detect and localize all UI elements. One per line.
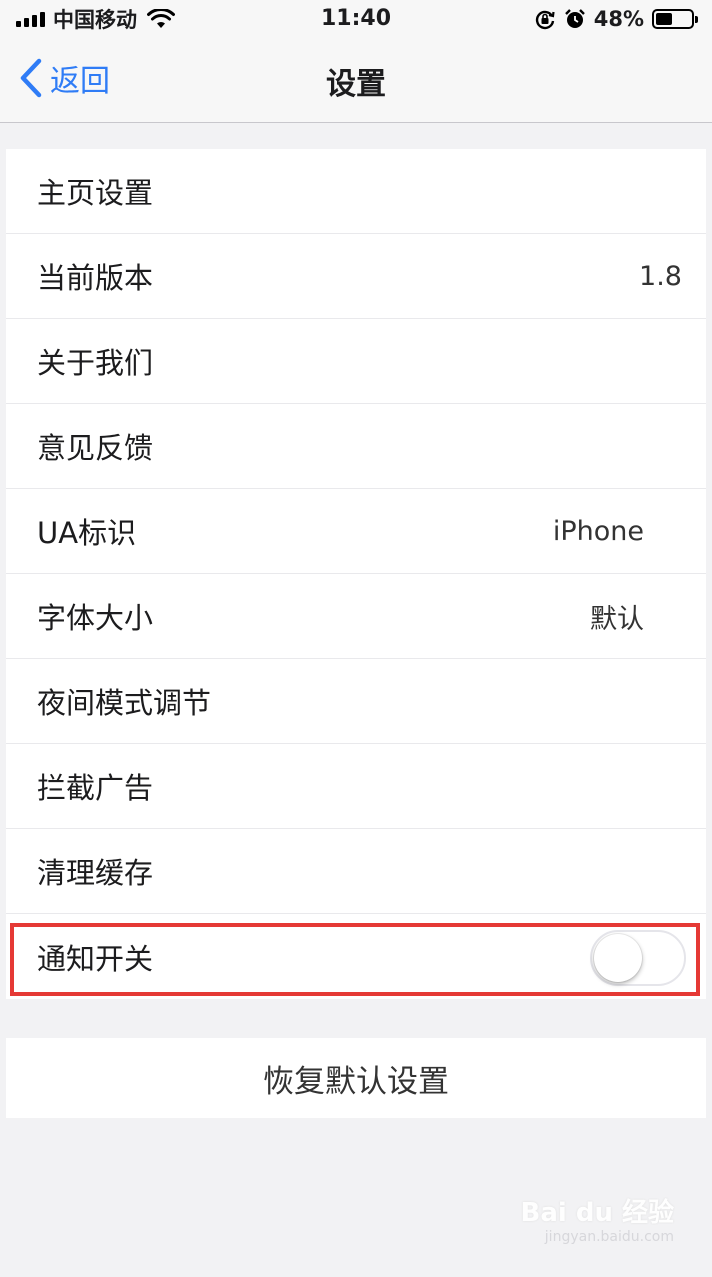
settings-list: 主页设置 当前版本 1.8 关于我们 意见反馈 UA标识 iPhone 字体大小… — [6, 149, 706, 999]
ua-value: iPhone — [552, 515, 644, 547]
watermark-sub: jingyan.baidu.com — [544, 1229, 674, 1245]
orientation-lock-icon — [535, 10, 555, 30]
version-value: 1.8 — [639, 260, 682, 292]
settings-row-clear-cache[interactable]: 清理缓存 — [6, 829, 706, 914]
font-size-value: 默认 — [590, 603, 644, 635]
row-label: 意见反馈 — [37, 431, 154, 465]
toggle-knob — [594, 934, 642, 982]
notification-toggle[interactable] — [590, 930, 686, 986]
row-label: 字体大小 — [37, 601, 154, 635]
settings-row-font-size[interactable]: 字体大小 默认 — [6, 574, 706, 659]
status-bar: 中国移动 11:40 48% — [0, 0, 712, 40]
settings-row-version[interactable]: 当前版本 1.8 — [6, 234, 706, 319]
settings-row-homepage[interactable]: 主页设置 — [6, 149, 706, 234]
row-label: 夜间模式调节 — [37, 686, 212, 720]
settings-row-block-ads[interactable]: 拦截广告 — [6, 744, 706, 829]
battery-icon — [652, 9, 698, 29]
alarm-icon — [564, 9, 585, 28]
navigation-bar: 返回 设置 — [0, 40, 712, 123]
page-title: 设置 — [326, 67, 386, 102]
settings-row-ua[interactable]: UA标识 iPhone — [6, 489, 706, 574]
watermark-main: Bai du 经验 — [520, 1198, 675, 1228]
settings-row-night-mode[interactable]: 夜间模式调节 — [6, 659, 706, 744]
settings-row-about[interactable]: 关于我们 — [6, 319, 706, 404]
row-label: 通知开关 — [37, 941, 154, 976]
battery-percent: 48% — [593, 7, 644, 31]
row-label: 主页设置 — [37, 176, 154, 210]
status-right: 48% — [534, 6, 698, 32]
row-label: 关于我们 — [37, 346, 154, 380]
settings-row-feedback[interactable]: 意见反馈 — [6, 404, 706, 489]
row-label: 清理缓存 — [37, 856, 154, 890]
row-label: 当前版本 — [37, 261, 154, 295]
row-label: 拦截广告 — [37, 771, 154, 805]
reset-defaults-button[interactable]: 恢复默认设置 — [6, 1038, 706, 1118]
watermark-logo: Bai du 经验 jingyan.baidu.com — [521, 1192, 675, 1245]
row-label: UA标识 — [37, 516, 137, 550]
